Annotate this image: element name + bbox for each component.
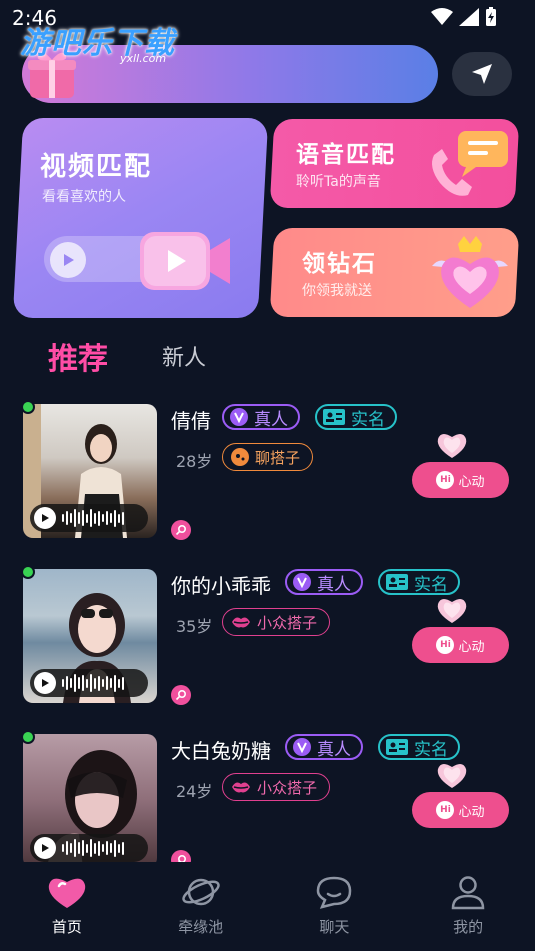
heart-bubble-icon <box>437 598 467 623</box>
diamond-card[interactable]: 领钻石 你领我就送 <box>269 228 520 317</box>
hi-icon: Hi <box>436 471 455 489</box>
magnify-icon[interactable] <box>171 850 191 862</box>
nav-item-home[interactable]: 首页 <box>0 862 134 951</box>
verified-label: 实名 <box>351 409 385 430</box>
locate-button[interactable] <box>452 52 512 96</box>
heart-bubble-icon <box>437 763 467 788</box>
user-list-item[interactable]: 倩倩 真人 实名 28岁 聊搭子 Hi 心动 <box>0 400 535 560</box>
status-icons <box>431 7 497 27</box>
magnify-icon[interactable] <box>171 685 191 705</box>
user-name: 倩倩 <box>171 409 211 433</box>
interest-tag-label: 小众搭子 <box>257 778 318 797</box>
user-age: 35岁 <box>176 617 213 636</box>
chat-bubble-icon <box>317 876 352 909</box>
planet-icon <box>181 878 220 906</box>
voice-match-subtitle: 聆听Ta的声音 <box>296 174 381 190</box>
real-person-label: 真人 <box>317 739 351 760</box>
v-shield-icon <box>230 408 248 426</box>
nav-item-fate-pool[interactable]: 牵缘池 <box>134 862 268 951</box>
online-indicator <box>21 730 35 744</box>
audio-wave-icon <box>62 509 124 527</box>
play-icon[interactable] <box>34 837 56 859</box>
audio-wave-icon <box>62 674 124 692</box>
play-icon <box>64 254 74 266</box>
user-list-item[interactable]: 你的小乖乖 真人 实名 35岁 小众搭子 Hi 心动 <box>0 565 535 725</box>
tab-new[interactable]: 新人 <box>162 340 206 372</box>
v-shield-icon <box>293 738 311 756</box>
nav-label-chat: 聊天 <box>319 918 350 936</box>
verified-badge: 实名 <box>378 569 460 595</box>
interest-tag-label: 小众搭子 <box>257 613 318 632</box>
user-name: 大白兔奶糖 <box>171 739 271 763</box>
heartbeat-label: 心动 <box>458 804 485 820</box>
voice-intro-player[interactable] <box>30 834 148 862</box>
nav-item-mine[interactable]: 我的 <box>401 862 535 951</box>
hi-icon: Hi <box>436 801 455 819</box>
audio-wave-icon <box>62 839 124 857</box>
verified-badge: 实名 <box>378 734 460 760</box>
video-match-title: 视频匹配 <box>40 152 153 182</box>
nav-label-home: 首页 <box>51 918 82 936</box>
heart-icon <box>48 878 86 908</box>
online-indicator <box>21 565 35 579</box>
online-indicator <box>21 400 35 414</box>
lips-icon <box>232 782 250 793</box>
verified-label: 实名 <box>414 739 448 760</box>
interest-tag: 小众搭子 <box>222 773 331 801</box>
real-person-label: 真人 <box>317 574 351 595</box>
interest-tag-label: 聊搭子 <box>255 448 301 467</box>
heartbeat-label: 心动 <box>458 639 485 655</box>
interest-tag: 聊搭子 <box>222 443 314 471</box>
id-card-icon <box>386 574 408 590</box>
video-match-card[interactable]: 视频匹配 看看喜欢的人 <box>12 118 269 318</box>
navigation-arrow-icon <box>472 64 492 84</box>
voice-intro-player[interactable] <box>30 504 148 532</box>
play-icon[interactable] <box>34 507 56 529</box>
video-match-subtitle: 看看喜欢的人 <box>42 189 126 205</box>
video-slider-knob <box>50 242 86 278</box>
play-icon[interactable] <box>34 672 56 694</box>
real-person-label: 真人 <box>254 409 288 430</box>
verified-badge: 实名 <box>315 404 397 430</box>
tab-recommend[interactable]: 推荐 <box>48 334 108 378</box>
heartbeat-button[interactable]: Hi 心动 <box>412 462 509 498</box>
user-age: 24岁 <box>176 782 213 801</box>
voice-match-card[interactable]: 语音匹配 聆听Ta的声音 <box>269 119 520 208</box>
nav-label-mine: 我的 <box>453 918 484 936</box>
wifi-icon <box>431 8 453 25</box>
heart-bubble-icon <box>437 433 467 458</box>
hi-icon: Hi <box>436 636 455 654</box>
heartbeat-button[interactable]: Hi 心动 <box>412 792 509 828</box>
battery-icon <box>486 7 496 26</box>
magnify-icon[interactable] <box>171 520 191 540</box>
nav-label-fate-pool: 牵缘池 <box>178 918 224 936</box>
user-age: 28岁 <box>176 452 213 471</box>
bottom-nav: 首页 牵缘池 聊天 我的 <box>0 862 535 951</box>
interest-tag: 小众搭子 <box>222 608 331 636</box>
phone-chat-icon <box>432 131 508 196</box>
diamond-title: 领钻石 <box>302 251 377 277</box>
watermark-domain: yxll.com <box>120 52 167 65</box>
real-person-badge: 真人 <box>285 569 363 595</box>
user-list-item[interactable]: 大白兔奶糖 真人 实名 24岁 小众搭子 Hi 心动 <box>0 730 535 862</box>
video-camera-icon <box>140 232 230 290</box>
crown-heart-icon <box>432 236 508 308</box>
chat-buddy-icon <box>231 448 249 466</box>
user-name: 你的小乖乖 <box>171 574 271 598</box>
v-shield-icon <box>293 573 311 591</box>
real-person-badge: 真人 <box>222 404 300 430</box>
heartbeat-button[interactable]: Hi 心动 <box>412 627 509 663</box>
voice-match-title: 语音匹配 <box>296 142 396 168</box>
signal-icon <box>459 8 479 26</box>
heartbeat-label: 心动 <box>458 474 485 490</box>
nav-item-chat[interactable]: 聊天 <box>268 862 402 951</box>
voice-intro-player[interactable] <box>30 669 148 697</box>
real-person-badge: 真人 <box>285 734 363 760</box>
id-card-icon <box>323 409 345 425</box>
user-icon <box>451 876 485 910</box>
diamond-subtitle: 你领我就送 <box>302 283 372 299</box>
verified-label: 实名 <box>414 574 448 595</box>
lips-icon <box>232 617 250 628</box>
id-card-icon <box>386 739 408 755</box>
